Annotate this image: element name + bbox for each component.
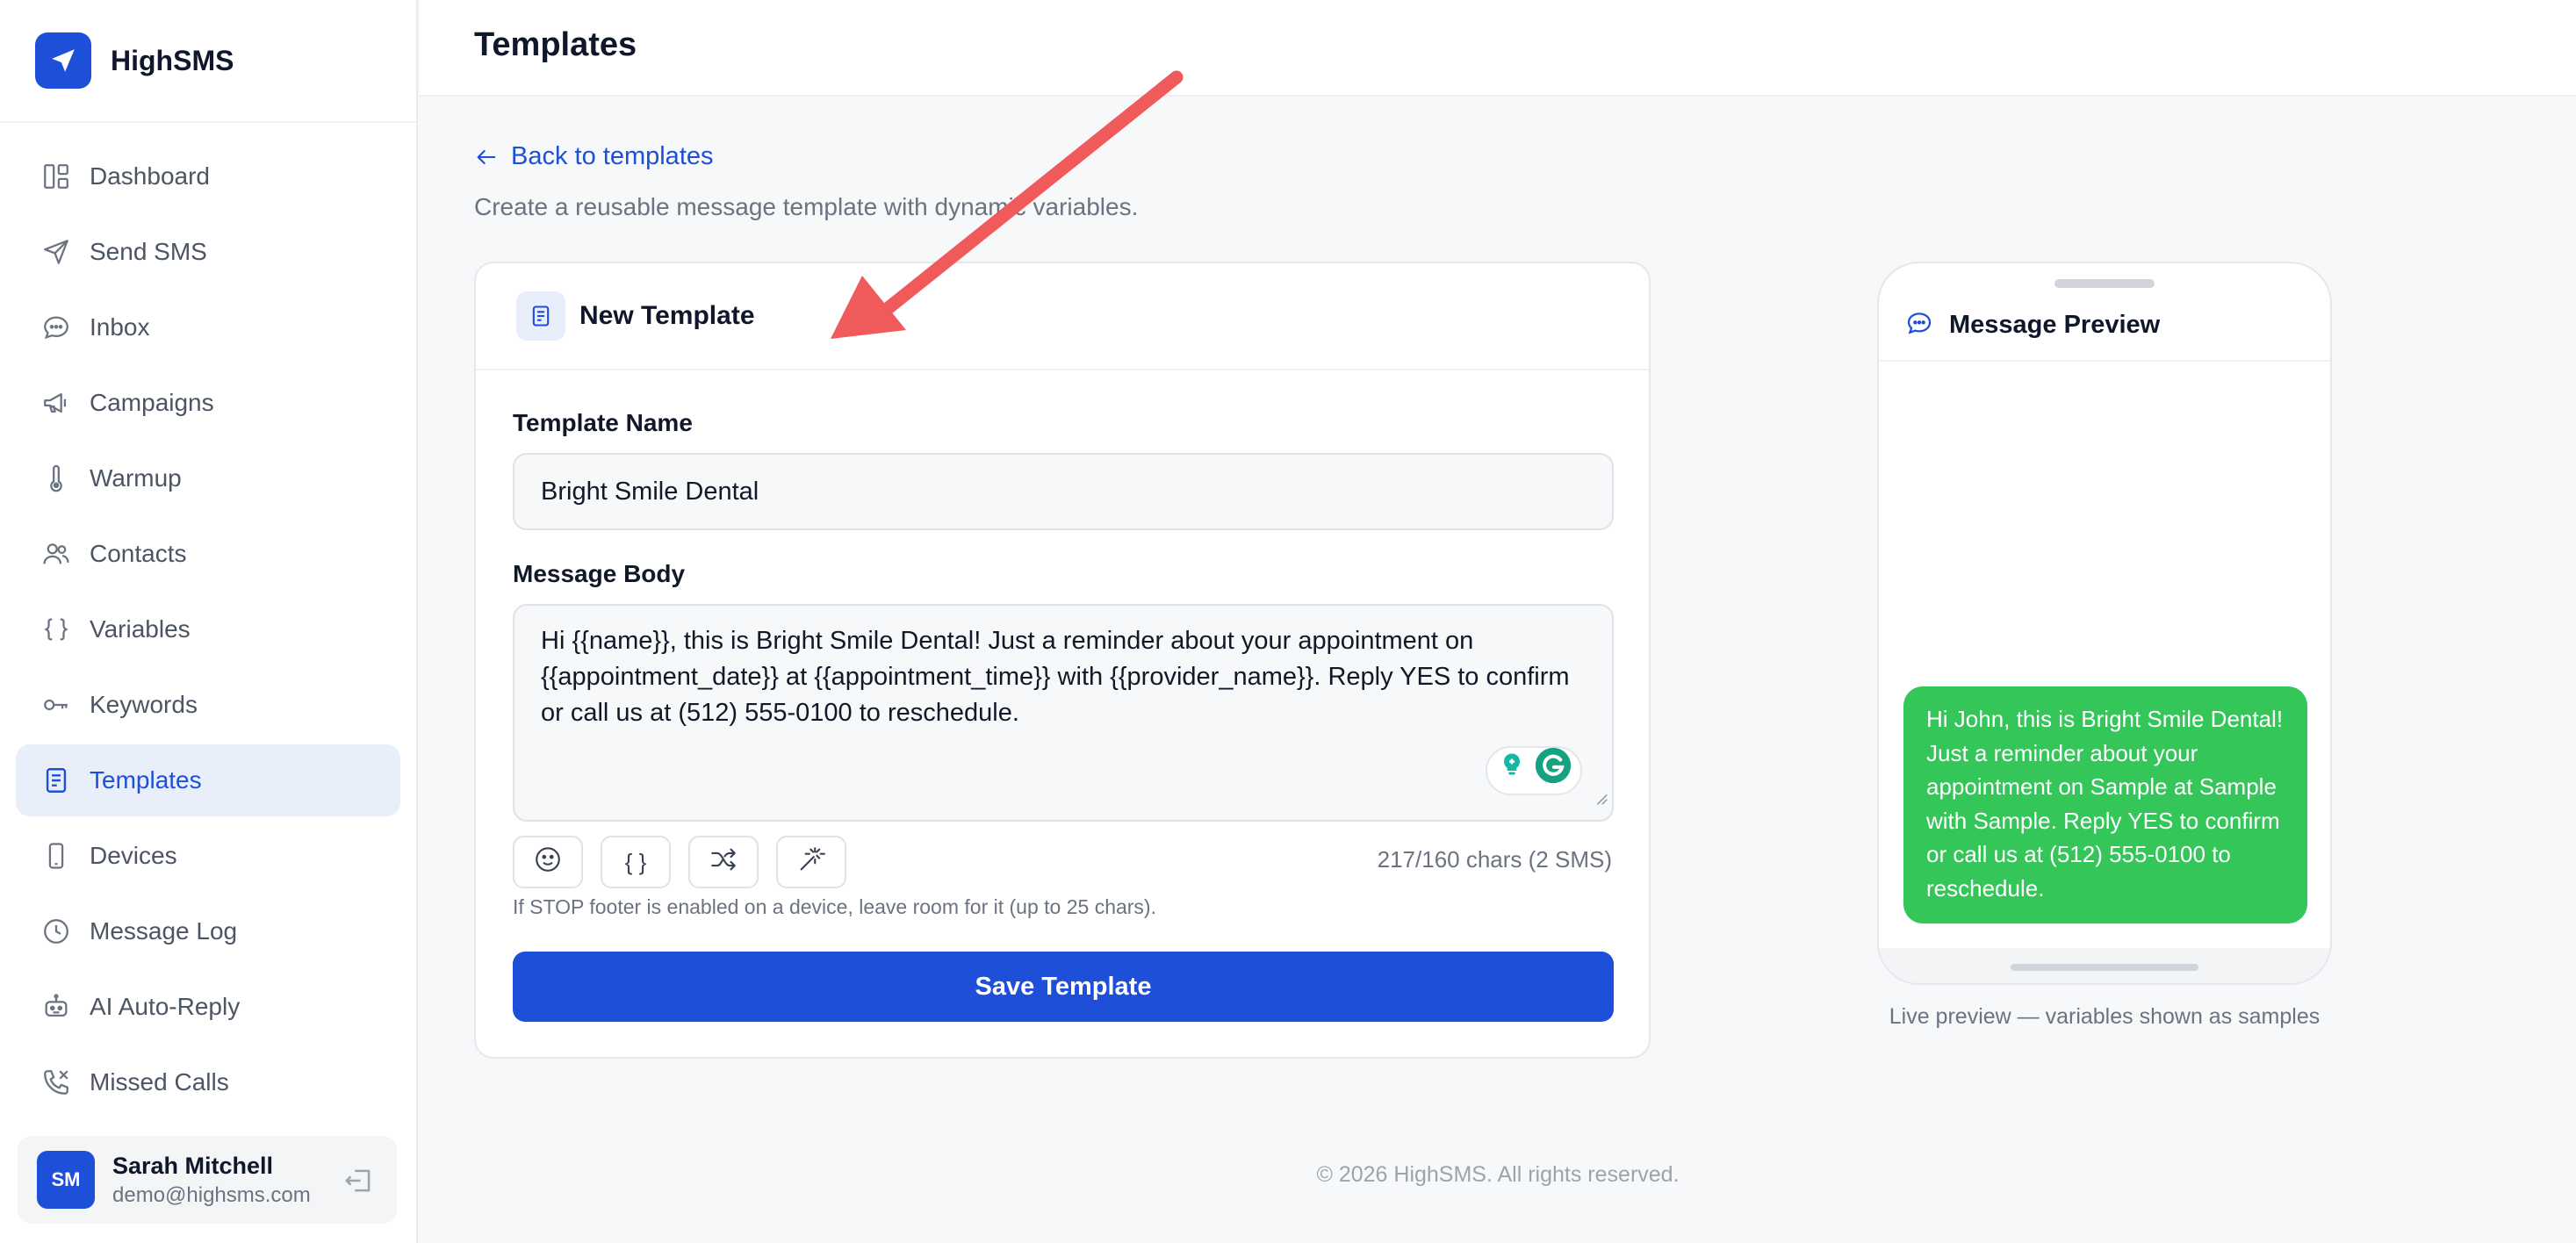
phone-missed-icon (39, 1065, 74, 1100)
braces-icon (39, 612, 74, 647)
grammarly-widget[interactable] (1486, 746, 1582, 795)
key-icon (39, 687, 74, 722)
brand[interactable]: HighSMS (0, 0, 416, 123)
sidebar-item-keywords[interactable]: Keywords (16, 669, 400, 741)
page-title: Templates (474, 26, 637, 63)
ai-magic-button[interactable] (776, 836, 846, 888)
sidebar-item-label: Variables (90, 615, 191, 643)
template-name-value: Bright Smile Dental (541, 477, 759, 506)
user-email: demo@highsms.com (112, 1182, 311, 1207)
message-body-value: Hi {{name}}, this is Bright Smile Dental… (541, 627, 1570, 727)
sidebar-item-label: Send SMS (90, 238, 207, 265)
emoji-icon (533, 844, 563, 880)
logout-icon[interactable] (342, 1164, 376, 1202)
shuffle-button[interactable] (688, 836, 759, 888)
char-count: 217/160 chars (2 SMS) (1377, 846, 1612, 873)
user-card[interactable]: SM Sarah Mitchell demo@highsms.com (18, 1136, 397, 1224)
document-icon (39, 763, 74, 798)
sidebar-item-label: Missed Calls (90, 1068, 229, 1096)
sidebar-item-label: Campaigns (90, 389, 214, 416)
user-name: Sarah Mitchell (112, 1152, 274, 1179)
sidebar-item-devices[interactable]: Devices (16, 820, 400, 892)
back-link-label: Back to templates (511, 142, 714, 170)
braces-icon: { } (624, 848, 647, 875)
chat-icon (1905, 309, 1933, 341)
sidebar-item-send-sms[interactable]: Send SMS (16, 216, 400, 288)
sidebar-item-label: Message Log (90, 917, 238, 945)
preview-caption: Live preview — variables shown as sample… (1889, 1004, 2321, 1029)
phone-notch (2054, 279, 2155, 288)
megaphone-icon (39, 385, 74, 420)
template-name-input[interactable]: Bright Smile Dental (513, 453, 1614, 530)
document-icon (516, 291, 565, 341)
shuffle-icon (709, 844, 738, 880)
thermometer-icon (39, 461, 74, 496)
avatar: SM (37, 1151, 95, 1209)
sidebar-item-inbox[interactable]: Inbox (16, 291, 400, 363)
robot-icon (39, 989, 74, 1024)
back-to-templates-link[interactable]: Back to templates (474, 142, 714, 171)
sidebar-item-message-log[interactable]: Message Log (16, 895, 400, 967)
message-body-textarea[interactable]: Hi {{name}}, this is Bright Smile Dental… (513, 604, 1614, 822)
sidebar-item-label: Warmup (90, 464, 182, 492)
sidebar-item-missed-calls[interactable]: Missed Calls (16, 1046, 400, 1118)
sidebar-item-label: Keywords (90, 691, 198, 718)
save-template-button[interactable]: Save Template (513, 952, 1614, 1022)
arrow-left-icon (474, 145, 499, 169)
preview-title: Message Preview (1949, 310, 2161, 339)
users-icon (39, 536, 74, 571)
sidebar-item-label: Dashboard (90, 162, 210, 190)
insert-variable-button[interactable]: { } (601, 836, 671, 888)
sidebar-item-label: Contacts (90, 540, 187, 567)
sidebar-item-warmup[interactable]: Warmup (16, 442, 400, 514)
top-bar: Templates (420, 0, 2576, 97)
new-template-card: New Template Template Name Bright Smile … (474, 262, 1651, 1059)
sidebar-nav: Dashboard Send SMS Inbox Campaigns Warmu… (0, 123, 416, 1118)
emoji-button[interactable] (513, 836, 583, 888)
sidebar-item-label: Devices (90, 842, 177, 869)
magic-wand-icon (796, 844, 826, 880)
chat-icon (39, 310, 74, 345)
grammarly-icon (1534, 746, 1572, 795)
clock-icon (39, 914, 74, 949)
annotation-arrow-icon (831, 70, 1184, 339)
sidebar-item-ai-auto-reply[interactable]: AI Auto-Reply (16, 971, 400, 1043)
composer-toolbar: { } (513, 836, 864, 888)
sidebar-item-label: Inbox (90, 313, 150, 341)
sidebar-item-variables[interactable]: Variables (16, 593, 400, 665)
sidebar-item-label: AI Auto-Reply (90, 993, 241, 1020)
phone-home-indicator (2011, 964, 2198, 971)
sidebar-item-contacts[interactable]: Contacts (16, 518, 400, 590)
card-title: New Template (579, 301, 755, 330)
sidebar-item-templates[interactable]: Templates (16, 744, 400, 816)
user-info: Sarah Mitchell demo@highsms.com (112, 1153, 311, 1208)
dashboard-icon (39, 159, 74, 194)
template-name-label: Template Name (513, 409, 693, 436)
brand-logo-icon (35, 32, 91, 89)
brand-name: HighSMS (111, 44, 234, 76)
resize-handle-icon[interactable] (1593, 780, 1608, 816)
sidebar-item-dashboard[interactable]: Dashboard (16, 140, 400, 212)
message-bubble: Hi John, this is Bright Smile Dental! Ju… (1903, 686, 2307, 923)
message-preview-phone: Message Preview Hi John, this is Bright … (1877, 262, 2332, 985)
message-body-label: Message Body (513, 560, 686, 587)
sidebar-item-campaigns[interactable]: Campaigns (16, 367, 400, 439)
smartphone-icon (39, 838, 74, 873)
stop-footer-hint: If STOP footer is enabled on a device, l… (513, 895, 1156, 918)
sidebar: HighSMS Dashboard Send SMS Inbox Campaig… (0, 0, 418, 1243)
lightbulb-icon (1496, 750, 1528, 792)
footer-copyright: © 2026 HighSMS. All rights reserved. (1316, 1162, 1680, 1187)
sidebar-item-label: Templates (90, 766, 202, 794)
preview-header: Message Preview (1879, 290, 2330, 362)
send-icon (39, 234, 74, 269)
